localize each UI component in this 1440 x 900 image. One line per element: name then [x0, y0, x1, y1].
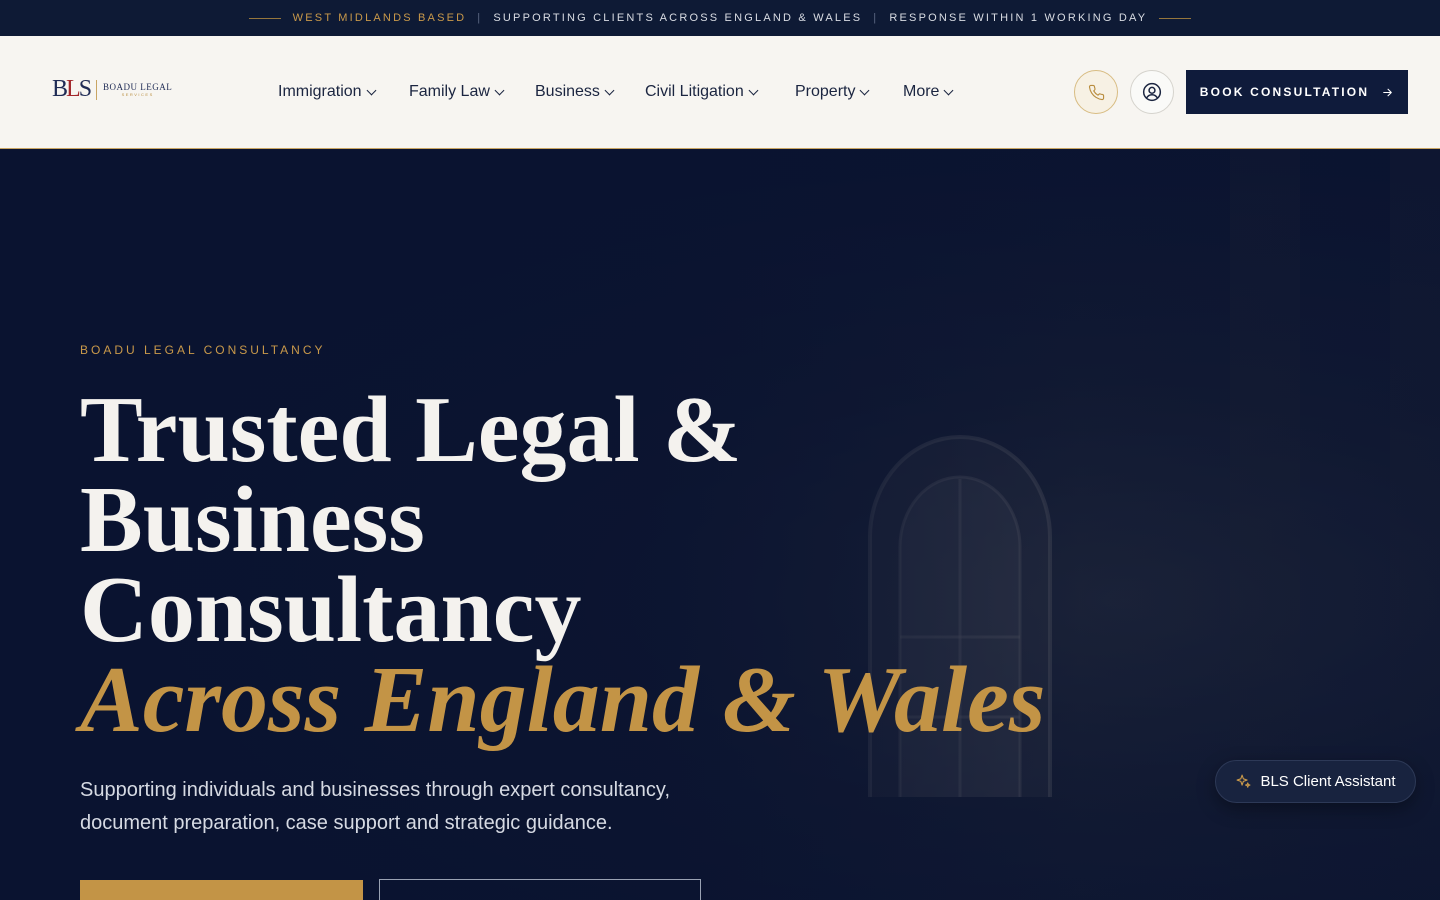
- nav-item-label: Business: [535, 83, 600, 100]
- nav-item-family-law[interactable]: Family Law: [409, 82, 535, 102]
- nav-item-property[interactable]: Property: [795, 82, 903, 102]
- nav-item-label: Family Law: [409, 83, 490, 100]
- hero-secondary-cta[interactable]: [379, 879, 701, 900]
- main-nav: Immigration Family Law Business Civil Li…: [278, 82, 973, 102]
- call-button[interactable]: [1074, 70, 1118, 114]
- book-consultation-label: BOOK CONSULTATION: [1199, 85, 1370, 99]
- hero-title-line: Consultancy: [80, 558, 582, 662]
- chevron-down-icon: [366, 85, 377, 95]
- user-circle-icon: [1142, 82, 1162, 102]
- hero-eyebrow: BOADU LEGAL CONSULTANCY: [80, 343, 326, 357]
- sparkles-icon: [1237, 774, 1251, 788]
- chevron-down-icon: [604, 85, 615, 95]
- brand-logo[interactable]: BLS BOADU LEGAL SERVICES: [52, 76, 172, 103]
- announcement-bar: WEST MIDLANDS BASED | SUPPORTING CLIENTS…: [0, 0, 1440, 36]
- announcement-separator: |: [873, 12, 879, 24]
- nav-item-immigration[interactable]: Immigration: [278, 82, 409, 102]
- logo-divider: [96, 79, 98, 100]
- phone-icon: [1088, 84, 1104, 100]
- book-consultation-button[interactable]: BOOK CONSULTATION: [1186, 70, 1408, 114]
- hero-primary-cta[interactable]: [80, 880, 363, 900]
- hero-title-accent: Across England & Wales: [80, 648, 1046, 752]
- account-button[interactable]: [1130, 70, 1174, 114]
- nav-item-label: Civil Litigation: [645, 83, 744, 100]
- client-assistant-label: BLS Client Assistant: [1260, 773, 1396, 790]
- chevron-down-icon: [494, 85, 505, 95]
- client-assistant-button[interactable]: BLS Client Assistant: [1215, 760, 1416, 803]
- chevron-down-icon: [860, 85, 870, 95]
- hero-section: BOADU LEGAL CONSULTANCY Trusted Legal & …: [0, 149, 1440, 900]
- logo-wordmark: BOADU LEGAL SERVICES: [103, 82, 172, 97]
- logo-monogram: BLS: [52, 76, 92, 102]
- nav-item-label: Immigration: [278, 83, 362, 100]
- announcement-response: RESPONSE WITHIN 1 WORKING DAY: [889, 12, 1148, 24]
- logo-subtitle: SERVICES: [121, 92, 154, 97]
- hero-title: Trusted Legal & Business Consultancy Acr…: [80, 378, 1046, 752]
- announcement-separator: |: [477, 12, 483, 24]
- announcement-coverage: SUPPORTING CLIENTS ACROSS ENGLAND & WALE…: [493, 12, 863, 24]
- decorative-line: [1159, 17, 1192, 19]
- chevron-down-icon: [748, 85, 759, 95]
- nav-item-label: More: [903, 83, 940, 100]
- nav-item-business[interactable]: Business: [535, 82, 645, 102]
- nav-item-civil-litigation[interactable]: Civil Litigation: [645, 82, 795, 102]
- hero-title-line: Business: [80, 468, 425, 572]
- nav-item-label: Property: [795, 83, 856, 100]
- hero-description: Supporting individuals and businesses th…: [80, 779, 670, 834]
- chevron-down-icon: [944, 85, 954, 95]
- logo-name: BOADU LEGAL: [103, 82, 173, 92]
- arrow-right-icon: [1383, 88, 1393, 96]
- nav-item-more[interactable]: More: [903, 82, 973, 102]
- hero-title-line: Trusted Legal &: [80, 378, 742, 482]
- site-header: BLS BOADU LEGAL SERVICES Immigration Fam…: [0, 36, 1440, 149]
- announcement-location: WEST MIDLANDS BASED: [292, 12, 467, 24]
- decorative-line: [248, 17, 281, 19]
